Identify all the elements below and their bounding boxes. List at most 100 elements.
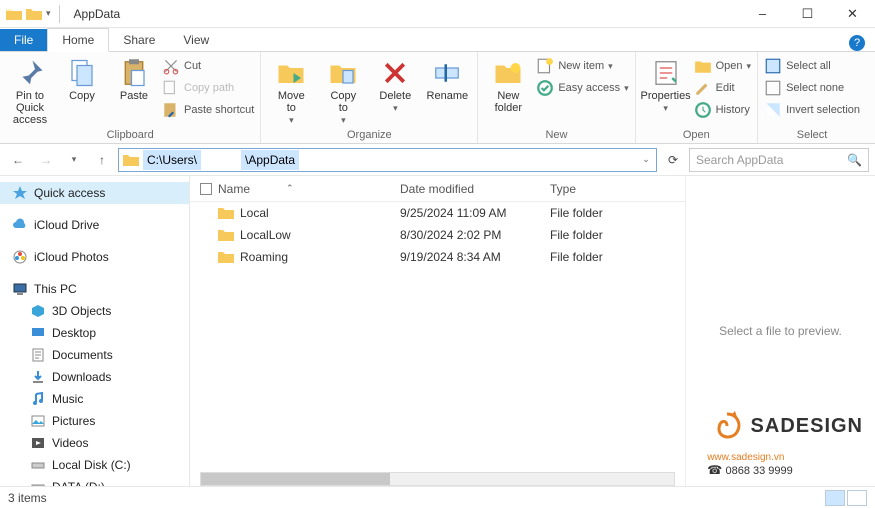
pin-quick-access-button[interactable]: Pin to Quick access xyxy=(6,54,54,126)
sidebar-item-documents[interactable]: Documents xyxy=(0,344,189,366)
horizontal-scrollbar[interactable] xyxy=(200,472,675,486)
history-dropdown[interactable]: ▾ xyxy=(62,148,86,172)
new-folder-icon xyxy=(493,58,523,88)
search-icon: 🔍 xyxy=(847,153,862,167)
titlebar: ▾ AppData – ☐ ✕ xyxy=(0,0,875,28)
sidebar-item-icloud-drive[interactable]: iCloud Drive xyxy=(0,214,189,236)
file-row[interactable]: LocalLow 8/30/2024 2:02 PM File folder xyxy=(190,224,685,246)
sidebar-item-local-disk-c[interactable]: Local Disk (C:) xyxy=(0,454,189,476)
desktop-icon xyxy=(30,325,46,341)
sidebar-item-videos[interactable]: Videos xyxy=(0,432,189,454)
maximize-button[interactable]: ☐ xyxy=(785,0,830,28)
sidebar-item-data-d[interactable]: DATA (D:) xyxy=(0,476,189,486)
up-button[interactable]: ↑ xyxy=(90,148,114,172)
new-item-button[interactable]: New item ▾ xyxy=(536,56,628,76)
navigation-pane[interactable]: Quick access iCloud Drive iCloud Photos … xyxy=(0,176,190,486)
ribbon-group-open: Properties▾ Open ▾ Edit History Open xyxy=(636,52,758,143)
select-all-button[interactable]: Select all xyxy=(764,56,860,76)
forward-button[interactable]: → xyxy=(34,148,58,172)
history-icon xyxy=(694,101,712,119)
3d-icon xyxy=(30,303,46,319)
ribbon-group-organize: Move to▾ Copy to▾ Delete▾ Rename Organiz… xyxy=(261,52,478,143)
cut-icon xyxy=(162,57,180,75)
qat-dropdown-icon[interactable]: ▾ xyxy=(46,8,51,19)
window-title: AppData xyxy=(74,7,121,21)
move-to-icon xyxy=(276,58,306,88)
column-headers[interactable]: Name⌃ Date modified Type xyxy=(190,176,685,202)
pin-icon xyxy=(15,58,45,88)
select-none-icon xyxy=(764,79,782,97)
main-area: Quick access iCloud Drive iCloud Photos … xyxy=(0,176,875,486)
new-folder-button[interactable]: New folder xyxy=(484,54,532,114)
sidebar-item-music[interactable]: Music xyxy=(0,388,189,410)
folder-icon xyxy=(218,205,234,221)
copy-button[interactable]: Copy xyxy=(58,54,106,102)
music-icon xyxy=(30,391,46,407)
tab-home[interactable]: Home xyxy=(47,28,109,52)
select-all-checkbox[interactable] xyxy=(200,183,212,195)
videos-icon xyxy=(30,435,46,451)
status-bar: 3 items xyxy=(0,486,875,508)
easy-access-button[interactable]: Easy access ▾ xyxy=(536,78,628,98)
tab-share[interactable]: Share xyxy=(109,29,169,51)
pictures-icon xyxy=(30,413,46,429)
address-segment[interactable]: \AppData xyxy=(241,150,299,170)
cut-button[interactable]: Cut xyxy=(162,56,254,76)
ribbon-group-new: New folder New item ▾ Easy access ▾ New xyxy=(478,52,635,143)
edit-button[interactable]: Edit xyxy=(694,78,751,98)
file-list[interactable]: Name⌃ Date modified Type Local 9/25/2024… xyxy=(190,176,685,486)
ribbon-tabs: File Home Share View ? xyxy=(0,28,875,52)
address-folder-icon xyxy=(123,153,139,167)
refresh-button[interactable]: ⟳ xyxy=(661,153,685,167)
properties-button[interactable]: Properties▾ xyxy=(642,54,690,114)
minimize-button[interactable]: – xyxy=(740,0,785,28)
invert-selection-icon xyxy=(764,101,782,119)
delete-button[interactable]: Delete▾ xyxy=(371,54,419,114)
star-icon xyxy=(12,185,28,201)
search-box[interactable]: Search AppData 🔍 xyxy=(689,148,869,172)
rename-button[interactable]: Rename xyxy=(423,54,471,102)
sidebar-item-pictures[interactable]: Pictures xyxy=(0,410,189,432)
paste-button[interactable]: Paste xyxy=(110,54,158,102)
folder-icon xyxy=(218,249,234,265)
preview-pane: Select a file to preview. xyxy=(685,176,875,486)
ribbon-group-label: Clipboard xyxy=(6,129,254,143)
invert-selection-button[interactable]: Invert selection xyxy=(764,100,860,120)
sidebar-item-downloads[interactable]: Downloads xyxy=(0,366,189,388)
icons-view-button[interactable] xyxy=(847,490,867,506)
file-row[interactable]: Roaming 9/19/2024 8:34 AM File folder xyxy=(190,246,685,268)
paste-shortcut-button[interactable]: Paste shortcut xyxy=(162,100,254,120)
copy-path-button[interactable]: Copy path xyxy=(162,78,254,98)
select-none-button[interactable]: Select none xyxy=(764,78,860,98)
photos-icon xyxy=(12,249,28,265)
sidebar-item-this-pc[interactable]: This PC xyxy=(0,278,189,300)
address-bar[interactable]: C:\Users\ \AppData ⌄ xyxy=(118,148,657,172)
tab-view[interactable]: View xyxy=(169,29,223,51)
sidebar-item-quick-access[interactable]: Quick access xyxy=(0,182,189,204)
file-row[interactable]: Local 9/25/2024 11:09 AM File folder xyxy=(190,202,685,224)
sidebar-item-desktop[interactable]: Desktop xyxy=(0,322,189,344)
close-button[interactable]: ✕ xyxy=(830,0,875,28)
sidebar-item-icloud-photos[interactable]: iCloud Photos xyxy=(0,246,189,268)
search-placeholder: Search AppData xyxy=(696,153,783,167)
history-button[interactable]: History xyxy=(694,100,751,120)
ribbon-group-select: Select all Select none Invert selection … xyxy=(758,52,866,143)
address-segment[interactable]: C:\Users\ xyxy=(143,150,201,170)
move-to-button[interactable]: Move to▾ xyxy=(267,54,315,126)
ribbon-group-clipboard: Pin to Quick access Copy Paste Cut Copy … xyxy=(0,52,261,143)
qat-icon[interactable] xyxy=(26,7,42,21)
back-button[interactable]: ← xyxy=(6,148,30,172)
copy-to-button[interactable]: Copy to▾ xyxy=(319,54,367,126)
sidebar-item-3d-objects[interactable]: 3D Objects xyxy=(0,300,189,322)
help-icon[interactable]: ? xyxy=(849,35,865,51)
address-dropdown-icon[interactable]: ⌄ xyxy=(636,154,656,165)
details-view-button[interactable] xyxy=(825,490,845,506)
copy-path-icon xyxy=(162,79,180,97)
drive-icon xyxy=(30,457,46,473)
tab-file[interactable]: File xyxy=(0,29,47,51)
delete-icon xyxy=(380,58,410,88)
downloads-icon xyxy=(30,369,46,385)
rename-icon xyxy=(432,58,462,88)
open-button[interactable]: Open ▾ xyxy=(694,56,751,76)
ribbon: Pin to Quick access Copy Paste Cut Copy … xyxy=(0,52,875,144)
